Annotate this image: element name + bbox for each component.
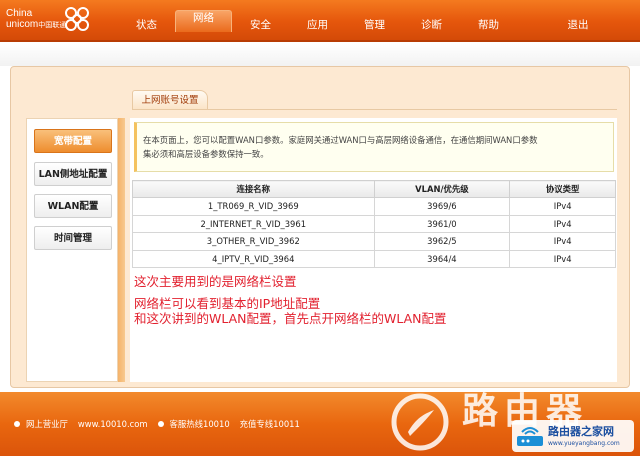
- footer-online-hall[interactable]: 网上营业厅: [26, 418, 68, 430]
- table-row[interactable]: 3_OTHER_R_VID_3962 3962/5 IPv4: [132, 232, 616, 251]
- cell-protocol: IPv4: [509, 197, 616, 216]
- cell-vlan: 3961/0: [373, 214, 511, 233]
- info-line1: 在本页面上，您可以配置WAN口参数。家庭网关通过WAN口与高层网络设备通信，在通…: [143, 135, 538, 145]
- col-header-vlan: VLAN/优先级: [373, 180, 511, 198]
- table-header-row: 连接名称 VLAN/优先级 协议类型: [132, 180, 616, 198]
- cell-vlan: 3962/5: [373, 232, 511, 251]
- sidebar-item-lan[interactable]: LAN侧地址配置: [34, 162, 112, 186]
- annotation-line3: 和这次讲到的WLAN配置，首先点开网络栏的WLAN配置: [134, 311, 447, 326]
- nav-application[interactable]: 应用: [289, 10, 346, 42]
- cell-protocol: IPv4: [509, 232, 616, 251]
- unicom-knot-icon: [65, 7, 89, 31]
- main-nav: 状态 网络 安全 应用 管理 诊断 帮助: [118, 10, 517, 42]
- cell-protocol: IPv4: [509, 249, 616, 268]
- watermark-badge-title: 路由器之家网: [548, 425, 614, 438]
- tab-divider: [132, 109, 617, 110]
- bullet-icon: [14, 421, 20, 427]
- cell-connection-name[interactable]: 3_OTHER_R_VID_3962: [132, 232, 375, 251]
- china-unicom-logo[interactable]: China unicom中国联通: [6, 4, 106, 36]
- table-row[interactable]: 4_IPTV_R_VID_3964 3964/4 IPv4: [132, 249, 616, 268]
- info-line2: 集必须和高层设备参数保持一致。: [143, 149, 269, 159]
- annotation-line1: 这次主要用到的是网络栏设置: [134, 274, 297, 289]
- table-row[interactable]: 1_TR069_R_VID_3969 3969/6 IPv4: [132, 197, 616, 216]
- router-icon: [517, 427, 543, 446]
- col-header-protocol: 协议类型: [509, 180, 616, 198]
- logout-button[interactable]: 退出: [558, 10, 598, 40]
- watermark-badge-url: www.yueyangbang.com: [548, 440, 620, 447]
- watermark-swirl-icon: [391, 393, 449, 451]
- col-header-name: 连接名称: [132, 180, 375, 198]
- nav-help[interactable]: 帮助: [460, 10, 517, 42]
- section-tab-wan-account[interactable]: 上网账号设置: [132, 90, 208, 110]
- footer-url[interactable]: www.10010.com: [78, 419, 148, 429]
- nav-security[interactable]: 安全: [232, 10, 289, 42]
- side-rail: [118, 118, 125, 382]
- nav-management[interactable]: 管理: [346, 10, 403, 42]
- info-box: 在本页面上，您可以配置WAN口参数。家庭网关通过WAN口与高层网络设备通信，在通…: [134, 122, 614, 172]
- side-menu: 宽带配置 LAN侧地址配置 WLAN配置 时间管理: [26, 118, 118, 382]
- nav-network[interactable]: 网络: [175, 10, 232, 32]
- cell-connection-name[interactable]: 4_IPTV_R_VID_3964: [132, 249, 375, 268]
- sidebar-item-time[interactable]: 时间管理: [34, 226, 112, 250]
- logo-line2: unicom: [6, 19, 39, 30]
- cell-vlan: 3964/4: [373, 249, 511, 268]
- nav-diagnose[interactable]: 诊断: [403, 10, 460, 42]
- bullet-icon: [157, 421, 164, 427]
- logo-text: China unicom中国联通: [6, 8, 66, 31]
- wan-connection-table: 连接名称 VLAN/优先级 协议类型 1_TR069_R_VID_3969 39…: [132, 180, 616, 268]
- header-band: [0, 44, 640, 66]
- cell-vlan: 3969/6: [373, 197, 511, 216]
- cell-connection-name[interactable]: 1_TR069_R_VID_3969: [132, 197, 375, 216]
- nav-status[interactable]: 状态: [118, 10, 175, 42]
- table-row[interactable]: 2_INTERNET_R_VID_3961 3961/0 IPv4: [132, 214, 616, 233]
- cell-connection-name[interactable]: 2_INTERNET_R_VID_3961: [132, 214, 375, 233]
- logo-line1: China: [6, 8, 33, 19]
- footer-recharge: 充值专线10011: [239, 419, 300, 429]
- footer-links: 网上营业厅 www.10010.com 客服热线10010 充值专线10011: [14, 418, 300, 430]
- sidebar-item-wlan[interactable]: WLAN配置: [34, 194, 112, 218]
- footer-hotline: 客服热线10010: [169, 419, 230, 429]
- sidebar-item-broadband[interactable]: 宽带配置: [34, 129, 112, 153]
- top-header: China unicom中国联通 状态 网络 安全 应用 管理 诊断 帮助 退出: [0, 0, 640, 42]
- cell-protocol: IPv4: [509, 214, 616, 233]
